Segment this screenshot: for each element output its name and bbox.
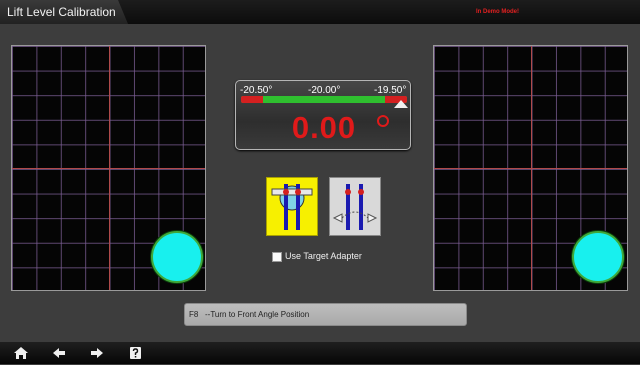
tolerance-bar xyxy=(241,96,407,103)
home-icon xyxy=(14,347,28,359)
left-target-circle xyxy=(151,231,203,283)
crosshair-vertical xyxy=(531,46,532,290)
demo-mode-label: In Demo Mode! xyxy=(476,9,519,15)
instruction-message: --Turn to Front Angle Position xyxy=(205,310,310,319)
gauge-pointer-icon xyxy=(394,100,408,108)
forward-button[interactable] xyxy=(89,346,105,360)
crosshair-vertical xyxy=(109,46,110,290)
back-arrow-icon xyxy=(53,348,65,358)
gauge-max-label: -19.50° xyxy=(374,85,407,96)
instruction-key: F8 xyxy=(189,310,199,319)
right-camera-target-view xyxy=(433,45,628,291)
tolerance-low-zone xyxy=(241,96,263,103)
help-button[interactable] xyxy=(128,346,144,360)
gauge-mid-label: -20.00° xyxy=(308,85,341,96)
instruction-bar: F8 --Turn to Front Angle Position xyxy=(184,303,467,326)
forward-arrow-icon xyxy=(91,348,103,358)
use-target-adapter-checkbox[interactable] xyxy=(272,252,282,262)
window-title: Lift Level Calibration xyxy=(7,5,116,19)
title-bar: Lift Level Calibration In Demo Mode! xyxy=(0,0,640,24)
home-button[interactable] xyxy=(13,346,29,360)
degree-symbol-icon xyxy=(377,115,389,127)
bottom-navigation-bar xyxy=(0,342,640,364)
level-gauge: -20.50° -20.00° -19.50° 0.00 xyxy=(235,80,411,150)
help-icon xyxy=(130,347,141,359)
left-camera-target-view xyxy=(11,45,206,291)
back-button[interactable] xyxy=(51,346,67,360)
lift-adapter-option-1-button[interactable] xyxy=(266,177,318,236)
lift-adapter-2-icon xyxy=(332,184,378,230)
right-target-circle xyxy=(572,231,624,283)
use-target-adapter-label: Use Target Adapter xyxy=(285,251,362,261)
lift-adapter-1-icon xyxy=(271,184,313,230)
lift-adapter-option-2-button[interactable] xyxy=(329,177,381,236)
gauge-min-label: -20.50° xyxy=(240,85,273,96)
